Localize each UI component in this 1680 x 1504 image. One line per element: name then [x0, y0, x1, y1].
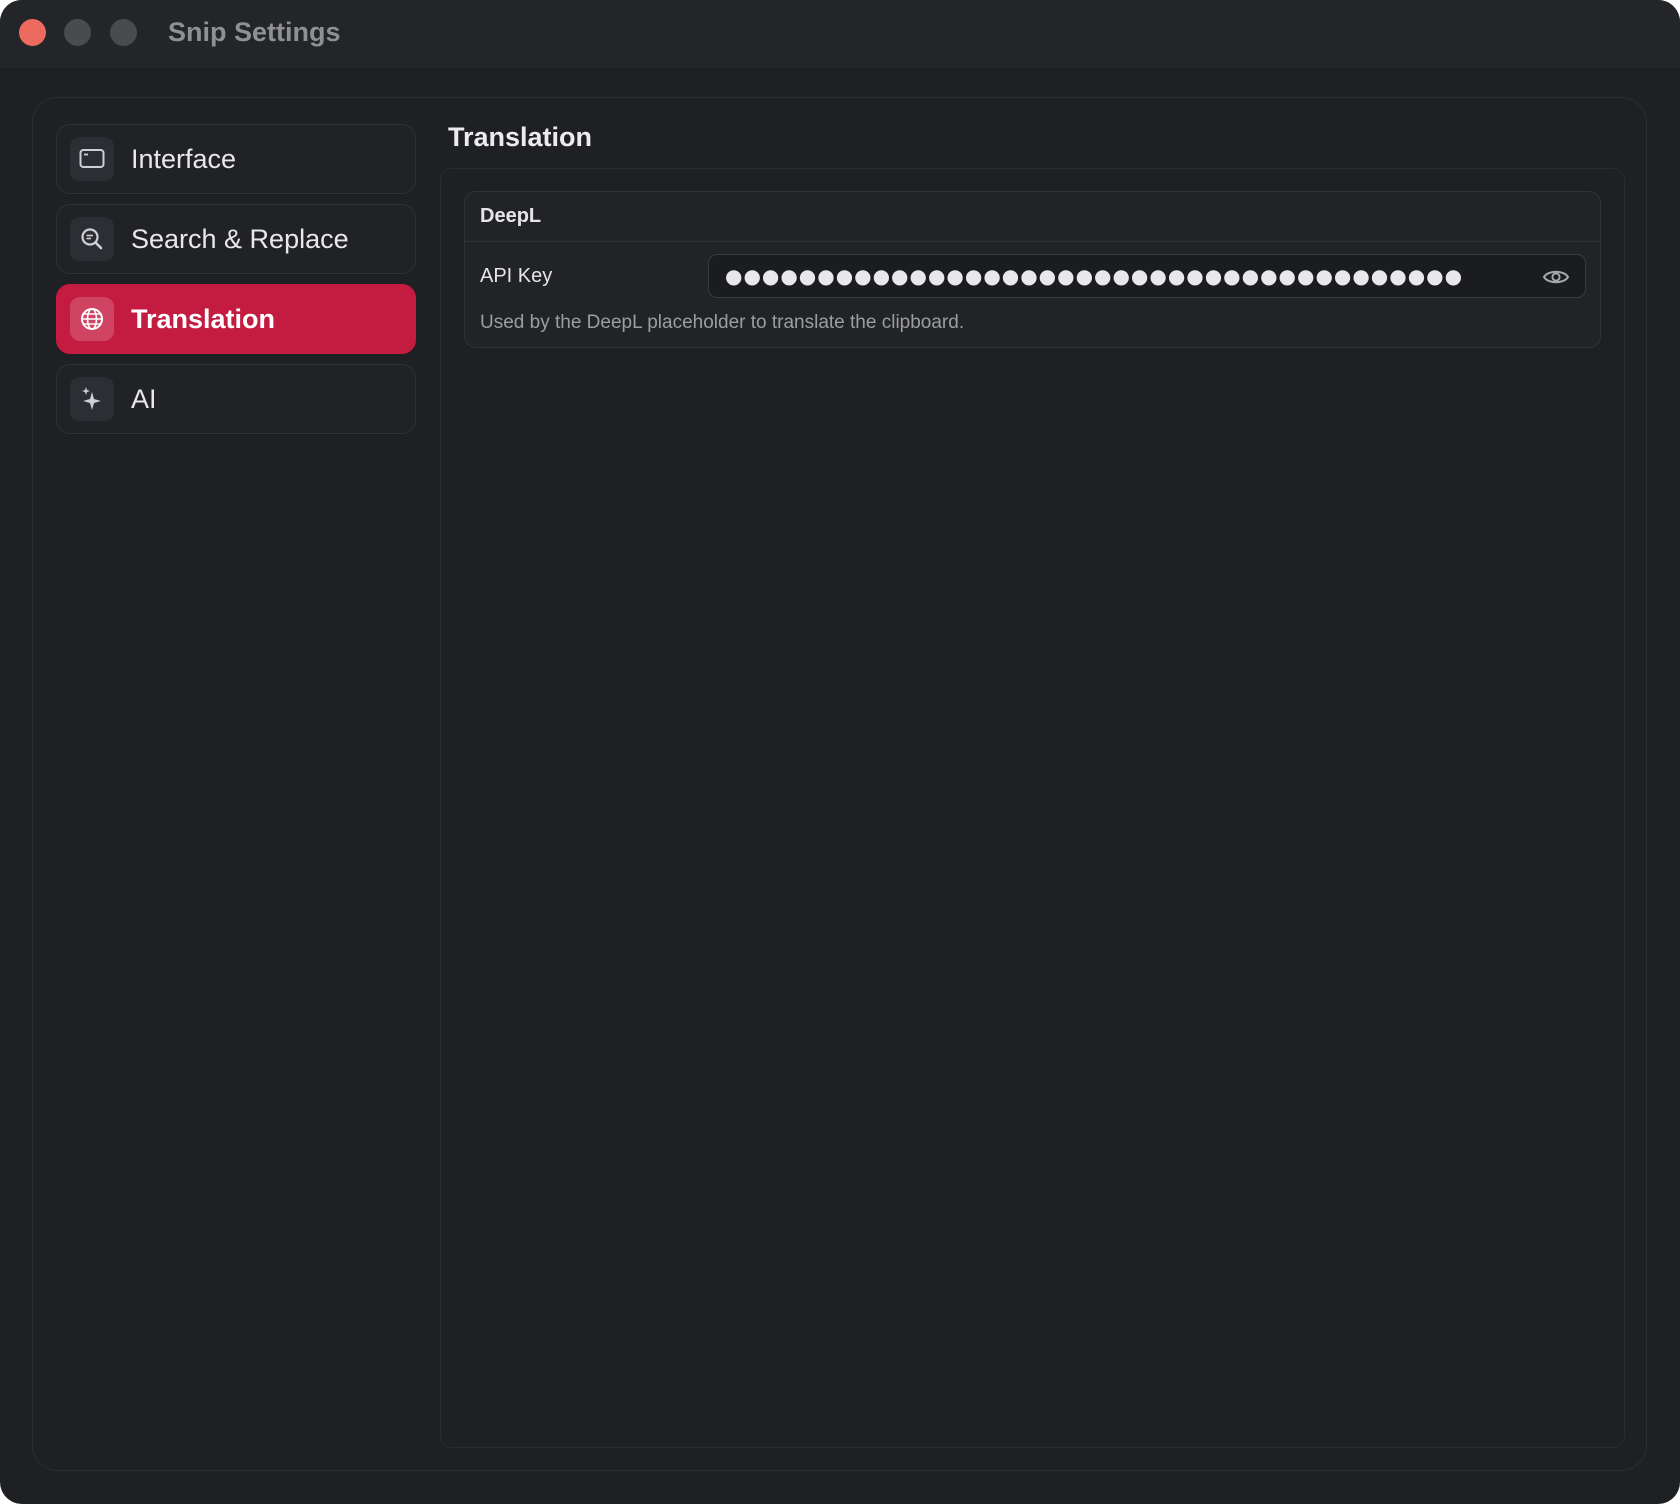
api-key-row: API Key ●●●●●●●●●●●●●●●●●●●●●●●●●●●●●●●●… [480, 254, 1590, 298]
page-title: Translation [448, 122, 593, 152]
eye-icon [1542, 270, 1570, 284]
api-key-input[interactable]: ●●●●●●●●●●●●●●●●●●●●●●●●●●●●●●●●●●●●●●●● [708, 254, 1586, 298]
content-area: DeepL API Key ●●●●●●●●●●●●●●●●●●●●●●●●●●… [440, 168, 1625, 1448]
sidebar-item-translation[interactable]: Translation [56, 284, 416, 354]
api-key-value: ●●●●●●●●●●●●●●●●●●●●●●●●●●●●●●●●●●●●●●●● [725, 264, 1464, 288]
magnifier-icon [70, 217, 114, 261]
show-password-button[interactable] [1541, 263, 1571, 291]
section-title: DeepL [465, 192, 1600, 242]
api-key-label: API Key [480, 265, 553, 287]
zoom-window-button[interactable] [110, 19, 137, 46]
deepl-section-card: DeepL API Key ●●●●●●●●●●●●●●●●●●●●●●●●●●… [464, 191, 1601, 348]
sidebar-item-label: Interface [131, 143, 237, 174]
sidebar-item-label: AI [131, 383, 157, 414]
sparkle-icon [70, 377, 114, 421]
globe-icon [70, 297, 114, 341]
main-content: Translation DeepL API Key ●●●●●●●●●●●●●●… [440, 110, 1625, 1450]
sidebar-item-label: Search & Replace [131, 223, 349, 254]
settings-window: Snip Settings Interface Search & Replace… [0, 0, 1680, 1504]
sidebar-item-search-replace[interactable]: Search & Replace [56, 204, 416, 274]
api-key-help-text: Used by the DeepL placeholder to transla… [480, 312, 965, 333]
window-icon [70, 137, 114, 181]
title-bar[interactable]: Snip Settings [0, 0, 1680, 68]
sidebar-item-interface[interactable]: Interface [56, 124, 416, 194]
window-title: Snip Settings [168, 17, 341, 47]
minimize-window-button[interactable] [64, 19, 91, 46]
close-window-button[interactable] [19, 19, 46, 46]
sidebar-item-label: Translation [131, 303, 276, 334]
sidebar-item-ai[interactable]: AI [56, 364, 416, 434]
